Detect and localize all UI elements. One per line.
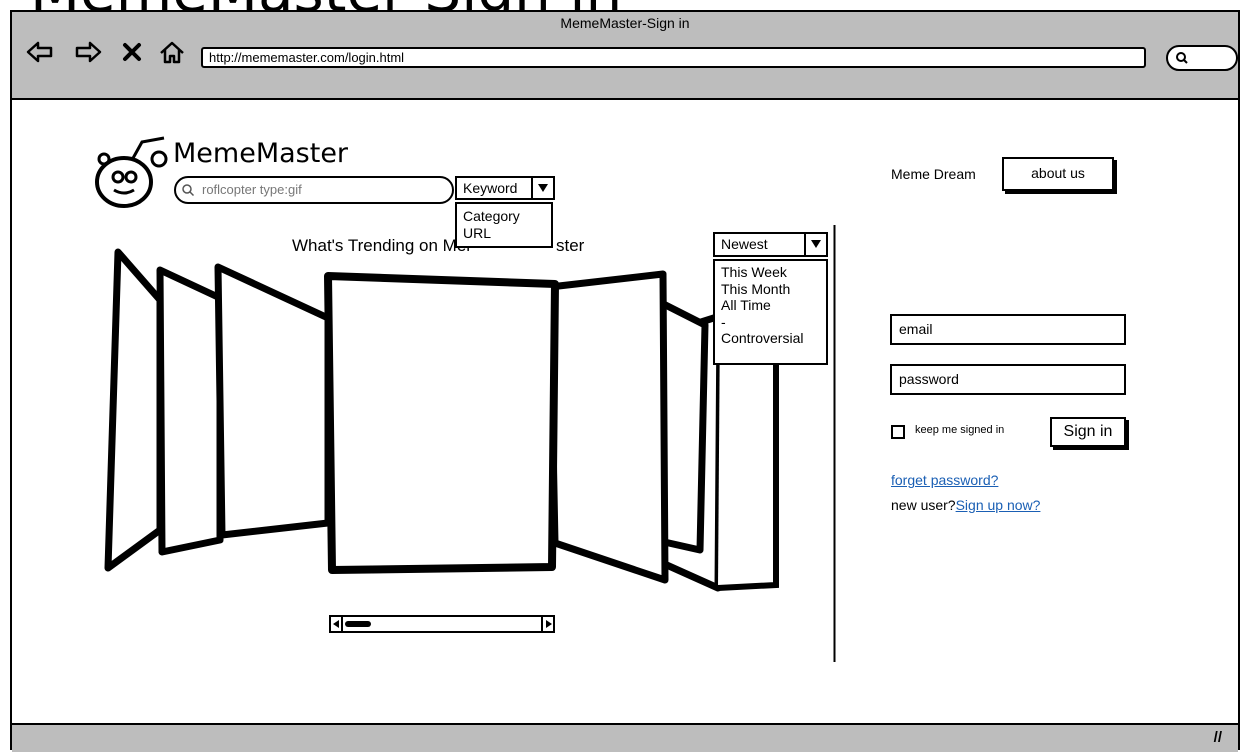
carousel-card-center	[324, 272, 559, 574]
search-icon	[182, 184, 195, 197]
forget-password-link[interactable]: forget password?	[891, 472, 998, 488]
scroll-right-arrow-icon[interactable]	[541, 617, 553, 631]
sort-selected: Newest	[721, 236, 768, 252]
sign-in-button[interactable]: Sign in	[1050, 417, 1126, 447]
browser-search-button[interactable]	[1166, 45, 1238, 71]
search-type-option-category-overlay[interactable]: Category	[463, 208, 551, 225]
new-user-label: new user?	[891, 497, 956, 513]
resize-grip-icon[interactable]: //	[1214, 729, 1222, 746]
sort-option-this-week[interactable]: This Week	[721, 264, 826, 281]
alien-logo-icon	[95, 136, 168, 208]
back-arrow-icon[interactable]	[26, 40, 54, 64]
sort-option-controversial[interactable]: Controversial	[721, 330, 826, 347]
about-us-button[interactable]: about us	[1002, 157, 1114, 191]
chevron-down-icon[interactable]	[531, 178, 553, 198]
sign-up-link[interactable]: Sign up now?	[956, 497, 1041, 513]
brand-name: MemeMaster	[173, 138, 349, 169]
trending-carousel[interactable]	[100, 240, 800, 640]
address-bar[interactable]: http://mememaster.com/login.html	[201, 47, 1146, 68]
window-title: MemeMaster-Sign in	[560, 15, 690, 31]
sort-option-separator: -	[721, 313, 726, 330]
carousel-card-left-1	[214, 263, 332, 539]
carousel-card-left-2	[156, 266, 224, 556]
stop-x-icon[interactable]	[120, 40, 144, 64]
carousel-scrollbar[interactable]	[329, 615, 555, 633]
sort-select[interactable]: Newest	[713, 232, 828, 257]
carousel-card-right-1	[546, 270, 669, 584]
email-field[interactable]: email	[890, 314, 1126, 345]
search-type-menu-overlay: Category URL	[455, 202, 553, 248]
home-icon[interactable]	[158, 40, 186, 64]
chevron-down-icon[interactable]	[804, 234, 826, 255]
search-type-option-url-overlay[interactable]: URL	[463, 225, 551, 242]
password-field[interactable]: password	[890, 364, 1126, 395]
search-type-selected: Keyword	[463, 180, 518, 196]
new-user-line: new user?Sign up now?	[891, 497, 1040, 513]
status-bar: //	[12, 723, 1238, 752]
tagline: Meme Dream	[891, 166, 976, 182]
vertical-divider	[833, 225, 836, 662]
keep-signed-in-label: keep me signed in	[915, 424, 1005, 436]
trending-title-tail: ster	[556, 236, 585, 255]
sort-menu: This Week This Month All Time - Controve…	[713, 259, 828, 365]
meme-search-input[interactable]: roflcopter type:gif	[174, 176, 454, 204]
scroll-left-arrow-icon[interactable]	[331, 617, 343, 631]
carousel-card-left-3	[104, 248, 164, 572]
sort-option-all-time[interactable]: All Time	[721, 297, 826, 314]
scroll-thumb[interactable]	[345, 621, 371, 627]
sort-option-this-month[interactable]: This Month	[721, 281, 826, 298]
search-icon	[1176, 52, 1188, 64]
search-type-select[interactable]: Keyword	[455, 176, 555, 200]
keep-signed-in-checkbox[interactable]	[891, 425, 905, 439]
forward-arrow-icon[interactable]	[74, 40, 102, 64]
